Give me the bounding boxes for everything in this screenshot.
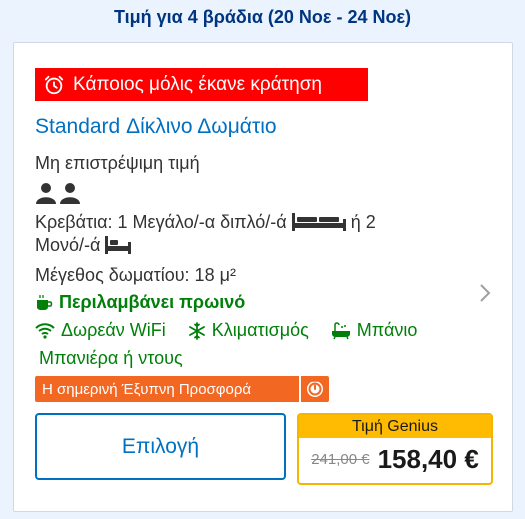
genius-label: Τιμή Genius <box>299 415 491 438</box>
room-card: Κάποιος μόλις έκανε κράτηση Standard Δίκ… <box>13 42 513 512</box>
amenity-ac: Κλιματισμός <box>188 320 309 341</box>
chevron-right-icon[interactable] <box>478 283 492 308</box>
amenity-ac-text: Κλιματισμός <box>211 320 309 340</box>
original-price: 241,00 € <box>311 451 370 468</box>
amenity-wifi: Δωρεάν WiFi <box>35 320 166 341</box>
wifi-icon <box>35 322 55 339</box>
cancellation-policy: Μη επιστρέψιμη τιμή <box>35 153 200 173</box>
beds-text-3: Μονό/-ά <box>35 235 101 255</box>
amenity-bath-text: Μπάνιο <box>356 320 418 340</box>
amenity-bath-type-text: Μπανιέρα ή ντους <box>39 348 183 368</box>
single-bed-icon <box>105 236 132 254</box>
genius-price-box: Τιμή Genius 241,00 € 158,40 € <box>297 413 493 485</box>
price-summary-header: Τιμή για 4 βράδια (20 Νοε - 24 Νοε) <box>0 0 525 34</box>
room-size: Μέγεθος δωματίου: 18 μ² <box>35 265 236 285</box>
amenity-bath: Μπάνιο <box>331 320 418 341</box>
person-icon <box>60 183 80 204</box>
beds-text-2: ή 2 <box>350 212 376 232</box>
guest-capacity <box>35 182 81 204</box>
booking-alert-text: Κάποιος μόλις έκανε κράτηση <box>73 73 322 95</box>
amenity-wifi-text: Δωρεάν WiFi <box>61 320 166 340</box>
coffee-cup-icon <box>37 294 53 310</box>
snowflake-icon <box>188 321 205 340</box>
amenity-bath-type: Μπανιέρα ή ντους <box>39 348 183 369</box>
breakfast-text: Περιλαμβάνει πρωινό <box>59 292 246 312</box>
select-room-button[interactable]: Επιλογή <box>35 413 286 480</box>
price-values: 241,00 € 158,40 € <box>299 438 491 481</box>
beds-text-1: Κρεβάτια: 1 Μεγάλο/-α διπλό/-ά <box>35 212 287 232</box>
alarm-clock-icon <box>44 75 64 94</box>
booking-alert-badge: Κάποιος μόλις έκανε κράτηση <box>35 68 368 101</box>
bathtub-icon <box>331 321 350 339</box>
double-bed-icon <box>291 213 346 231</box>
deal-timer-icon <box>299 376 329 402</box>
amenities-list: Δωρεάν WiFi Κλιματισμός Μπάνιο Μπανιέρα … <box>35 320 475 369</box>
price-for-nights: Τιμή για 4 βράδια (20 Νοε - 24 Νοε) <box>113 6 412 27</box>
person-icon <box>36 183 56 204</box>
room-name-link[interactable]: Standard Δίκλινο Δωμάτιο <box>35 115 277 139</box>
discounted-price: 158,40 € <box>377 444 479 474</box>
breakfast-included: Περιλαμβάνει πρωινό <box>35 292 245 313</box>
smart-deal-badge: Η σημερινή Έξυπνη Προσφορά <box>35 376 329 402</box>
bed-configuration: Κρεβάτια: 1 Μεγάλο/-α διπλό/-ά ή 2 Μονό/… <box>35 211 435 257</box>
smart-deal-text: Η σημερινή Έξυπνη Προσφορά <box>35 376 299 402</box>
